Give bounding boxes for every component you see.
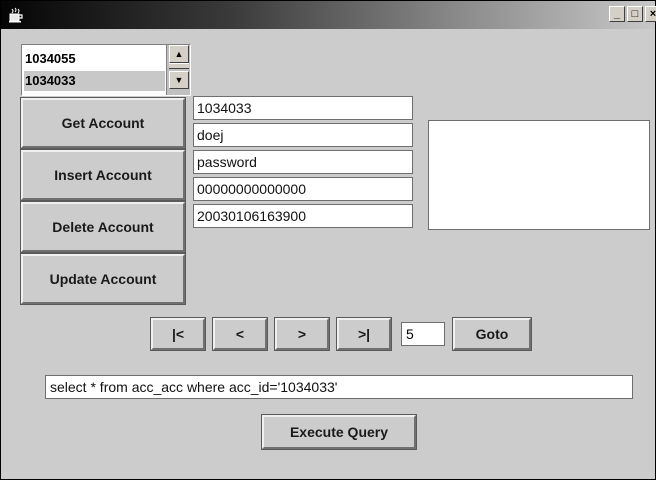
minimize-button[interactable]: _ [609,6,625,22]
timestamp-field[interactable]: 20030106163900 [193,204,413,228]
title-bar[interactable]: _ □ × [1,1,656,29]
scroll-up-icon[interactable]: ▲ [169,45,189,63]
scroll-thumb[interactable] [169,63,189,69]
update-account-button[interactable]: Update Account [20,253,186,305]
window-controls: _ □ × [609,6,656,24]
sql-query-input[interactable]: select * from acc_acc where acc_id='1034… [45,375,633,399]
page-number-input[interactable]: 5 [401,322,445,346]
account-list[interactable]: 1034055 1034033 ▲ ▼ [21,44,191,96]
account-list-item[interactable]: 1034055 [24,49,165,69]
notes-textarea[interactable] [428,120,650,230]
scroll-down-icon[interactable]: ▼ [169,71,189,89]
previous-record-button[interactable]: < [212,317,268,351]
username-field[interactable]: doej [193,123,413,147]
goto-button[interactable]: Goto [452,317,532,351]
get-account-button[interactable]: Get Account [20,97,186,149]
maximize-button[interactable]: □ [627,6,643,22]
java-coffee-cup-icon [9,7,23,23]
delete-account-button[interactable]: Delete Account [20,201,186,253]
execute-query-button[interactable]: Execute Query [261,414,417,450]
app-window: _ □ × 1034055 1034033 ▲ ▼ Get Account In… [0,0,656,480]
password-field[interactable]: password [193,150,413,174]
account-id-field[interactable]: 1034033 [193,96,413,120]
close-button[interactable]: × [645,6,656,22]
account-list-item-selected[interactable]: 1034033 [24,71,165,91]
last-record-button[interactable]: >| [336,317,392,351]
number-field[interactable]: 00000000000000 [193,177,413,201]
next-record-button[interactable]: > [274,317,330,351]
account-list-scrollbar[interactable]: ▲ ▼ [166,45,190,95]
first-record-button[interactable]: |< [150,317,206,351]
insert-account-button[interactable]: Insert Account [20,149,186,201]
